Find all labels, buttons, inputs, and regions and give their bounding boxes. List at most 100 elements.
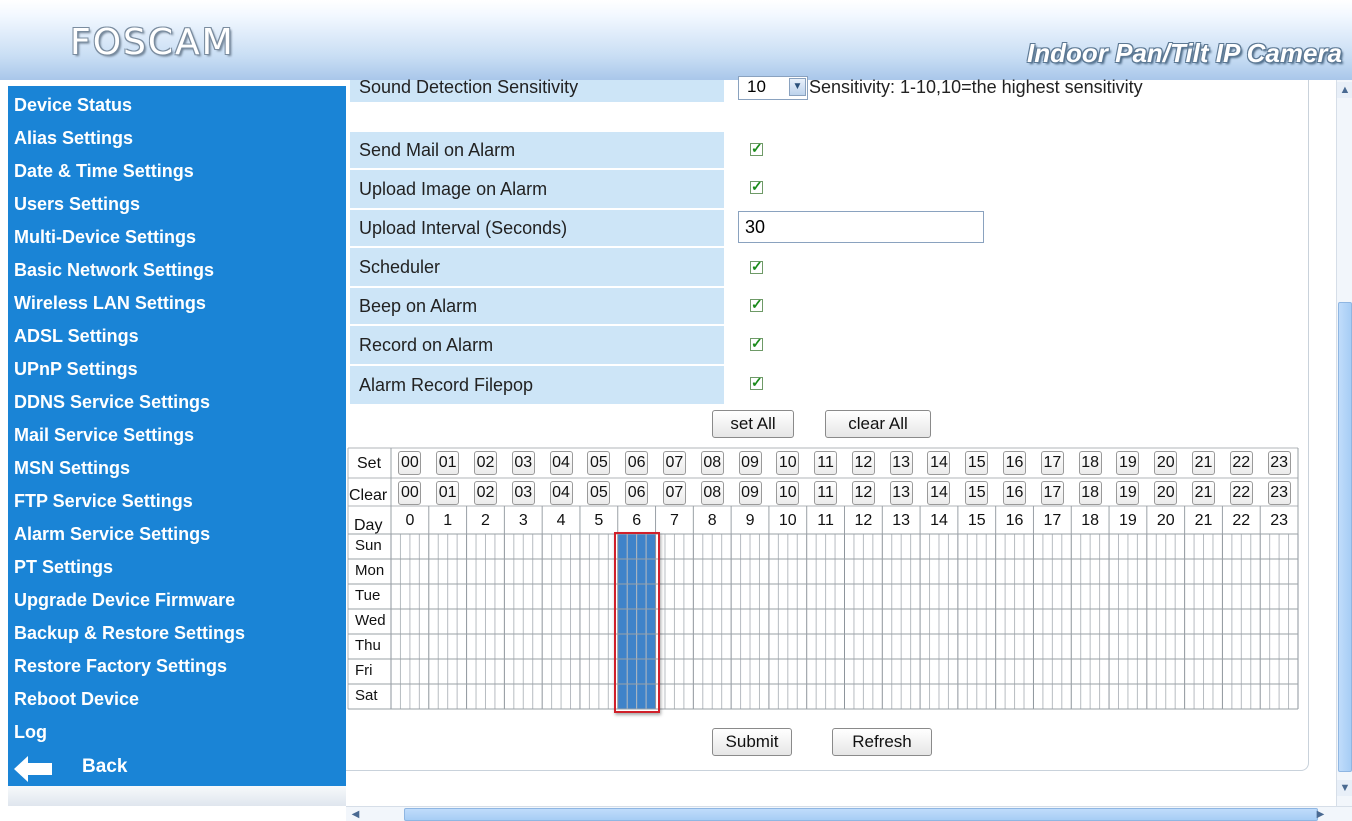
- sidebar-item-pt-settings[interactable]: PT Settings: [14, 552, 113, 582]
- sidebar-item-wireless-lan-settings[interactable]: Wireless LAN Settings: [14, 288, 206, 318]
- clear-hour-button-16[interactable]: 16: [1003, 481, 1027, 505]
- sidebar-item-msn-settings[interactable]: MSN Settings: [14, 453, 130, 483]
- clear-hour-button-11[interactable]: 11: [814, 481, 838, 505]
- clear-hour-button-19[interactable]: 19: [1116, 481, 1140, 505]
- set-hour-button-04[interactable]: 04: [549, 451, 573, 475]
- set-hour-button-12[interactable]: 12: [851, 451, 875, 475]
- sidebar-item-alias-settings[interactable]: Alias Settings: [14, 123, 133, 153]
- clear-hour-button-03[interactable]: 03: [511, 481, 535, 505]
- sidebar-item-log[interactable]: Log: [14, 717, 47, 747]
- clear-hour-button-15[interactable]: 15: [965, 481, 989, 505]
- clear-hour-button-10[interactable]: 10: [776, 481, 800, 505]
- back-button[interactable]: Back: [8, 752, 346, 786]
- scroll-left-icon[interactable]: ◀: [348, 807, 363, 821]
- sidebar-item-alarm-service-settings[interactable]: Alarm Service Settings: [14, 519, 210, 549]
- chevron-down-icon[interactable]: ▼: [789, 78, 806, 96]
- sidebar-item-ftp-service-settings[interactable]: FTP Service Settings: [14, 486, 193, 516]
- sidebar-item-reboot-device[interactable]: Reboot Device: [14, 684, 139, 714]
- clear-hour-button-18[interactable]: 18: [1078, 481, 1102, 505]
- set-hour-button-14[interactable]: 14: [927, 451, 951, 475]
- set-hour-button-07[interactable]: 07: [662, 451, 686, 475]
- set-hour-button-02[interactable]: 02: [473, 451, 497, 475]
- clear-hour-button-12[interactable]: 12: [851, 481, 875, 505]
- set-hour-button-16[interactable]: 16: [1003, 451, 1027, 475]
- sidebar-item-backup-restore-settings[interactable]: Backup & Restore Settings: [14, 618, 245, 648]
- upload-interval-input[interactable]: [738, 211, 984, 243]
- clear-hour-button-22[interactable]: 22: [1229, 481, 1253, 505]
- set-hour-button-01[interactable]: 01: [436, 451, 460, 475]
- horizontal-scrollbar[interactable]: ◀ ▶: [346, 806, 1352, 821]
- clear-hour-button-20[interactable]: 20: [1154, 481, 1178, 505]
- clear-hour-button-23[interactable]: 23: [1267, 481, 1291, 505]
- set-hour-button-17[interactable]: 17: [1040, 451, 1064, 475]
- clear-hour-button-08[interactable]: 08: [700, 481, 724, 505]
- set-hour-button-09[interactable]: 09: [738, 451, 762, 475]
- sidebar-item-device-status[interactable]: Device Status: [14, 90, 132, 120]
- filepop-checkbox[interactable]: [750, 374, 763, 391]
- set-hour-button-10[interactable]: 10: [776, 451, 800, 475]
- sidebar-item-adsl-settings[interactable]: ADSL Settings: [14, 321, 139, 351]
- clear-hour-button-01[interactable]: 01: [436, 481, 460, 505]
- sidebar-item-ddns-service-settings[interactable]: DDNS Service Settings: [14, 387, 210, 417]
- set-hour-button-23[interactable]: 23: [1267, 451, 1291, 475]
- hour-number-10: 10: [778, 512, 797, 529]
- clear-hour-button-13[interactable]: 13: [889, 481, 913, 505]
- clear-hour-button-00[interactable]: 00: [398, 481, 422, 505]
- clear-hour-button-09[interactable]: 09: [738, 481, 762, 505]
- set-hour-button-21[interactable]: 21: [1192, 451, 1216, 475]
- set-hour-button-03[interactable]: 03: [511, 451, 535, 475]
- sidebar-item-multi-device-settings[interactable]: Multi-Device Settings: [14, 222, 196, 252]
- upload-image-checkbox[interactable]: [750, 178, 763, 195]
- scheduler-label: Scheduler: [350, 248, 724, 286]
- sidebar-item-date-time-settings[interactable]: Date & Time Settings: [14, 156, 194, 186]
- beep-checkbox[interactable]: [750, 296, 763, 313]
- sidebar-item-upgrade-device-firmware[interactable]: Upgrade Device Firmware: [14, 585, 235, 615]
- set-hour-button-15[interactable]: 15: [965, 451, 989, 475]
- clear-all-button[interactable]: clear All: [825, 410, 931, 438]
- hour-number-8: 8: [707, 512, 717, 529]
- clear-hour-button-05[interactable]: 05: [587, 481, 611, 505]
- sidebar-item-basic-network-settings[interactable]: Basic Network Settings: [14, 255, 214, 285]
- vertical-scrollbar[interactable]: ▲ ▼: [1336, 80, 1352, 806]
- vertical-scroll-thumb[interactable]: [1338, 302, 1352, 772]
- header-banner: FOSCAM Indoor Pan/Tilt IP Camera: [0, 0, 1352, 80]
- set-hour-button-22[interactable]: 22: [1229, 451, 1253, 475]
- record-checkbox[interactable]: [750, 335, 763, 352]
- schedule-table: Set Clear Day 00 01 02 03 04 05 06 07 08 09 10 11 12…: [346, 444, 1308, 724]
- clear-hour-button-07[interactable]: 07: [662, 481, 686, 505]
- beep-label: Beep on Alarm: [350, 288, 724, 324]
- clear-hour-button-17[interactable]: 17: [1040, 481, 1064, 505]
- clear-hour-button-06[interactable]: 06: [625, 481, 649, 505]
- hour-number-21: 21: [1194, 512, 1213, 529]
- clear-hour-button-04[interactable]: 04: [549, 481, 573, 505]
- clear-hour-button-02[interactable]: 02: [473, 481, 497, 505]
- sidebar-item-mail-service-settings[interactable]: Mail Service Settings: [14, 420, 194, 450]
- selected-hour-highlight: [613, 532, 660, 713]
- set-hour-button-11[interactable]: 11: [814, 451, 838, 475]
- clear-hour-button-14[interactable]: 14: [927, 481, 951, 505]
- scroll-down-icon[interactable]: ▼: [1337, 780, 1352, 796]
- horizontal-scroll-thumb[interactable]: [404, 808, 1318, 821]
- sidebar-item-restore-factory-settings[interactable]: Restore Factory Settings: [14, 651, 227, 681]
- sound-sensitivity-label: Sound Detection Sensitivity: [350, 78, 724, 102]
- send-mail-checkbox[interactable]: [750, 140, 763, 157]
- set-hour-button-06[interactable]: 06: [625, 451, 649, 475]
- scheduler-checkbox[interactable]: [750, 258, 763, 275]
- sound-sensitivity-select[interactable]: 10 ▼: [738, 76, 808, 100]
- submit-button[interactable]: Submit: [712, 728, 792, 756]
- sidebar-item-upnp-settings[interactable]: UPnP Settings: [14, 354, 138, 384]
- set-hour-button-00[interactable]: 00: [398, 451, 422, 475]
- scroll-up-icon[interactable]: ▲: [1337, 82, 1352, 98]
- clear-hour-button-21[interactable]: 21: [1192, 481, 1216, 505]
- sidebar-item-users-settings[interactable]: Users Settings: [14, 189, 140, 219]
- set-all-button[interactable]: set All: [712, 410, 794, 438]
- refresh-button[interactable]: Refresh: [832, 728, 932, 756]
- set-hour-button-08[interactable]: 08: [700, 451, 724, 475]
- day-header-label: Day: [354, 517, 383, 534]
- set-hour-button-05[interactable]: 05: [587, 451, 611, 475]
- set-hour-button-20[interactable]: 20: [1154, 451, 1178, 475]
- scroll-right-icon[interactable]: ▶: [1313, 807, 1328, 821]
- set-hour-button-13[interactable]: 13: [889, 451, 913, 475]
- set-hour-button-18[interactable]: 18: [1078, 451, 1102, 475]
- set-hour-button-19[interactable]: 19: [1116, 451, 1140, 475]
